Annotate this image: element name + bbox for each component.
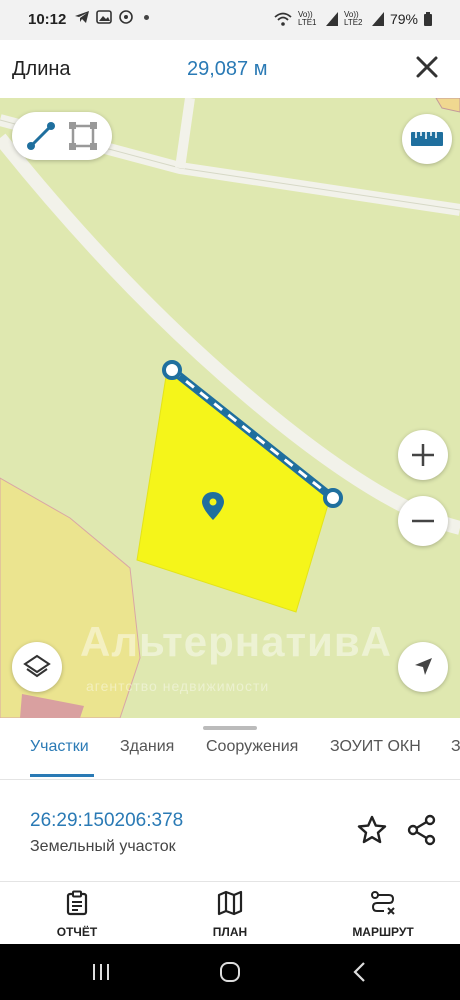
watermark-subtitle: агентство недвижимости	[86, 678, 270, 694]
navigation-arrow-icon	[415, 658, 432, 675]
nav-plan[interactable]: ПЛАН	[180, 890, 280, 939]
active-tab-indicator	[30, 774, 94, 777]
status-bar: 10:12 Vo)) LTE1 Vo)) LTE2 79%	[0, 0, 460, 40]
measure-title: Длина	[12, 58, 71, 80]
back-icon[interactable]	[350, 961, 370, 983]
signal-icon	[371, 12, 384, 26]
parcel-card[interactable]: 26:29:150206:378 Земельный участок	[0, 780, 460, 882]
tab-structures[interactable]: Сооружения	[206, 738, 298, 756]
tab-zouit-okn[interactable]: ЗОУИТ ОКН	[330, 738, 421, 756]
recent-apps-icon[interactable]	[90, 962, 112, 982]
layers-button[interactable]	[12, 642, 62, 692]
battery-percent: 79%	[389, 11, 418, 27]
nav-report[interactable]: ОТЧЁТ	[27, 890, 127, 939]
measurement-start-point	[162, 360, 182, 380]
tab-buildings[interactable]: Здания	[120, 738, 174, 756]
nav-route[interactable]: МАРШРУТ	[333, 890, 433, 939]
more-notifications-dot	[144, 14, 149, 20]
measure-mode-switch	[12, 112, 112, 160]
sheet-drag-handle[interactable]	[203, 726, 257, 730]
area-measure-icon[interactable]	[67, 120, 99, 152]
nav-route-label: МАРШРУТ	[352, 925, 414, 939]
route-icon	[371, 891, 395, 915]
signal-icon	[325, 12, 338, 26]
measure-value: 29,087 м	[187, 58, 268, 80]
cadastral-number[interactable]: 26:29:150206:378	[30, 810, 183, 832]
report-clipboard-icon	[66, 890, 88, 916]
line-measure-icon[interactable]	[25, 120, 57, 152]
zoom-out-button[interactable]	[398, 496, 448, 546]
nav-plan-label: ПЛАН	[212, 925, 248, 939]
measure-header: Длина 29,087 м	[0, 40, 460, 98]
layers-icon	[23, 654, 51, 678]
map-plan-icon	[217, 890, 243, 916]
zoom-in-button[interactable]	[398, 430, 448, 480]
my-location-button[interactable]	[398, 642, 448, 692]
tab-parcels[interactable]: Участки	[30, 738, 89, 756]
measurement-end-point	[323, 488, 343, 508]
notification-icons	[74, 10, 149, 24]
parcel-type: Земельный участок	[30, 838, 176, 855]
bottom-navigation: ОТЧЁТ ПЛАН МАРШРУТ	[0, 882, 460, 944]
selected-parcel	[136, 369, 331, 613]
minus-icon	[412, 519, 434, 523]
nav-report-label: ОТЧЁТ	[56, 925, 98, 939]
sim1-label: Vo)) LTE1	[297, 10, 317, 27]
wifi-icon	[274, 12, 292, 26]
object-tabs: Участки Здания Сооружения ЗОУИТ ОКН З	[0, 718, 460, 780]
system-navigation-bar	[0, 944, 460, 1000]
favorite-star-icon[interactable]	[356, 814, 388, 846]
share-icon[interactable]	[406, 814, 438, 846]
ruler-icon	[411, 132, 443, 146]
map-view[interactable]: АльтернативА агентство недвижимости	[0, 98, 460, 718]
telegram-icon	[75, 11, 89, 23]
status-time: 10:12	[28, 11, 67, 28]
system-status-icons: Vo)) LTE1 Vo)) LTE2 79%	[274, 11, 432, 27]
plus-icon	[412, 444, 434, 466]
close-icon[interactable]	[414, 54, 440, 80]
gallery-icon	[96, 10, 112, 24]
battery-icon	[424, 12, 432, 26]
ruler-button[interactable]	[402, 114, 452, 164]
sim2-label: Vo)) LTE2	[343, 10, 363, 27]
whatsapp-icon	[119, 10, 133, 24]
home-icon[interactable]	[218, 960, 242, 984]
tab-more[interactable]: З	[451, 738, 460, 756]
watermark-logo: АльтернативА	[80, 618, 392, 665]
